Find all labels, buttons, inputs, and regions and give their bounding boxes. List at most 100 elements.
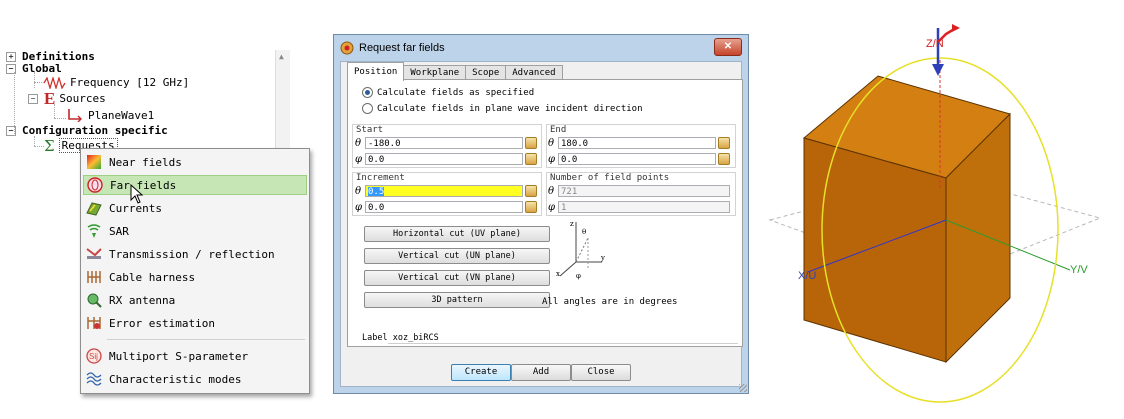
tree-connector: [34, 72, 35, 88]
increment-phi-input[interactable]: 0.0: [365, 201, 523, 213]
start-theta-input[interactable]: -180.0: [365, 137, 523, 149]
tree-connector: [34, 136, 35, 146]
resize-grip-icon[interactable]: [739, 384, 747, 392]
end-label: End: [550, 125, 567, 135]
menu-item-rx-antenna[interactable]: RX antenna: [83, 290, 307, 310]
dialog-content: Position Workplane Scope Advanced Calcul…: [333, 34, 749, 394]
increment-phi-row: φ 0.0: [355, 201, 537, 213]
menu-item-near-fields[interactable]: Near fields: [83, 152, 307, 172]
frequency-icon: [44, 76, 66, 89]
points-phi-row: φ 1: [548, 201, 730, 213]
expression-button-icon[interactable]: [525, 153, 537, 165]
radio-calculate-as-specified[interactable]: Calculate fields as specified: [362, 87, 534, 98]
start-phi-row: φ 0.0: [355, 153, 537, 165]
end-theta-row: θ 180.0: [548, 137, 730, 149]
menu-item-currents[interactable]: Currents: [83, 198, 307, 218]
menu-item-error-estimation[interactable]: Error estimation: [83, 313, 307, 333]
expression-button-icon[interactable]: [718, 153, 730, 165]
label-underline: [388, 343, 738, 344]
expression-button-icon[interactable]: [525, 185, 537, 197]
arrow-head-icon: [932, 64, 944, 76]
increment-theta-row: θ 0.5: [355, 185, 537, 197]
s-parameter-icon: Sij: [85, 348, 103, 364]
expression-button-icon[interactable]: [525, 137, 537, 149]
menu-item-far-fields[interactable]: Far fields: [83, 175, 307, 195]
position-panel: Calculate fields as specified Calculate …: [347, 79, 743, 347]
3d-view[interactable]: [760, 20, 1124, 419]
svg-text:y: y: [600, 254, 605, 262]
start-phi-input[interactable]: 0.0: [365, 153, 523, 165]
vertical-cut-vn-button[interactable]: Vertical cut (VN plane): [364, 270, 550, 286]
start-label: Start: [356, 125, 384, 135]
menu-item-cable-harness[interactable]: Cable harness: [83, 267, 307, 287]
mouse-cursor-icon: [130, 184, 144, 204]
currents-icon: [85, 200, 103, 216]
points-theta-readout: 721: [558, 185, 730, 197]
close-button[interactable]: Close: [571, 364, 631, 381]
expand-icon[interactable]: +: [6, 51, 16, 62]
menu-item-transmission-reflection[interactable]: Transmission / reflection: [83, 244, 307, 264]
end-phi-row: φ 0.0: [548, 153, 730, 165]
error-estimation-icon: [85, 315, 103, 331]
plane-wave-icon: [68, 109, 82, 122]
sigma-icon: Σ: [44, 136, 55, 155]
radio-unselected-icon[interactable]: [362, 103, 373, 114]
transmission-icon: [85, 246, 103, 262]
field-points-label: Number of field points: [550, 173, 670, 183]
svg-text:θ: θ: [582, 228, 586, 236]
tree-connector: [34, 82, 44, 83]
tree-item-sources[interactable]: − E Sources: [28, 88, 106, 108]
increment-label: Increment: [356, 173, 405, 183]
tab-bar: Position Workplane Scope Advanced: [347, 62, 563, 81]
cable-harness-icon: [85, 269, 103, 285]
points-theta-row: θ 721: [548, 185, 730, 197]
x-axis-label: X/U: [798, 270, 817, 282]
add-button[interactable]: Add: [511, 364, 571, 381]
svg-text:x: x: [556, 270, 560, 278]
tree-connector: [54, 104, 55, 118]
menu-item-sar[interactable]: SAR: [83, 221, 307, 241]
menu-item-multiport-s-parameter[interactable]: Sij Multiport S-parameter: [83, 346, 307, 366]
create-button[interactable]: Create: [451, 364, 511, 381]
vertical-cut-un-button[interactable]: Vertical cut (UN plane): [364, 248, 550, 264]
e-field-icon: E: [44, 88, 56, 108]
model-tree: + Definitions − Global Frequency [12 GHz…: [0, 48, 300, 158]
tree-item-planewave[interactable]: PlaneWave1: [66, 108, 154, 122]
expression-button-icon[interactable]: [718, 137, 730, 149]
scroll-up-icon[interactable]: ▲: [279, 52, 284, 61]
end-theta-input[interactable]: 180.0: [558, 137, 716, 149]
label-row: Label xoz_biRCS: [362, 333, 439, 343]
horizontal-cut-button[interactable]: Horizontal cut (UV plane): [364, 226, 550, 242]
end-phi-input[interactable]: 0.0: [558, 153, 716, 165]
tree-connector: [14, 72, 15, 136]
increment-theta-input[interactable]: 0.5: [365, 185, 523, 197]
angles-note: All angles are in degrees: [542, 297, 678, 307]
menu-separator: [107, 339, 305, 340]
label-input[interactable]: xoz_biRCS: [393, 333, 439, 343]
arrow-head-icon: [952, 24, 960, 32]
radio-plane-wave-direction[interactable]: Calculate fields in plane wave incident …: [362, 103, 643, 114]
points-phi-readout: 1: [558, 201, 730, 213]
z-axis-label: Z/N: [926, 38, 944, 50]
collapse-icon[interactable]: −: [28, 93, 38, 104]
sar-icon: [85, 223, 103, 239]
characteristic-modes-icon: [85, 371, 103, 387]
rx-antenna-icon: [85, 292, 103, 308]
near-fields-icon: [85, 154, 103, 170]
tree-item-configuration-specific[interactable]: − Configuration specific: [6, 124, 168, 137]
radio-selected-icon[interactable]: [362, 87, 373, 98]
svg-text:Sij: Sij: [89, 352, 98, 361]
expression-button-icon[interactable]: [525, 201, 537, 213]
svg-text:z: z: [570, 220, 574, 228]
menu-item-characteristic-modes[interactable]: Characteristic modes: [83, 369, 307, 389]
tree-item-frequency[interactable]: Frequency [12 GHz]: [44, 76, 189, 89]
tree-connector: [54, 118, 66, 119]
3d-pattern-button[interactable]: 3D pattern: [364, 292, 550, 308]
far-fields-icon: [86, 177, 104, 193]
tab-position[interactable]: Position: [347, 62, 405, 81]
svg-text:φ: φ: [576, 272, 581, 280]
tree-scrollbar[interactable]: ▲: [275, 50, 290, 150]
cube-front-face: [803, 137, 947, 363]
context-menu: Near fields Far fields Currents SAR Tran…: [80, 148, 310, 394]
y-axis-label: Y/V: [1070, 264, 1088, 276]
